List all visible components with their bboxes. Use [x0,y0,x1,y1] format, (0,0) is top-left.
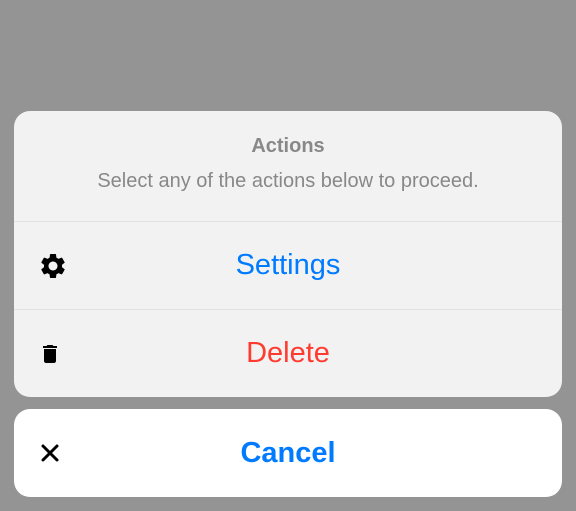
cancel-button[interactable]: Cancel [14,409,562,497]
action-sheet-header: Actions Select any of the actions below … [14,111,562,221]
gear-icon [38,251,72,281]
delete-action[interactable]: Delete [14,309,562,397]
trash-icon [38,339,72,369]
close-icon [38,441,72,465]
delete-label: Delete [72,337,538,370]
settings-label: Settings [72,249,538,282]
action-sheet-title: Actions [34,135,542,158]
cancel-label: Cancel [72,437,538,470]
action-sheet-message: Select any of the actions below to proce… [34,170,542,193]
settings-action[interactable]: Settings [14,221,562,309]
action-sheet: Actions Select any of the actions below … [14,111,562,397]
